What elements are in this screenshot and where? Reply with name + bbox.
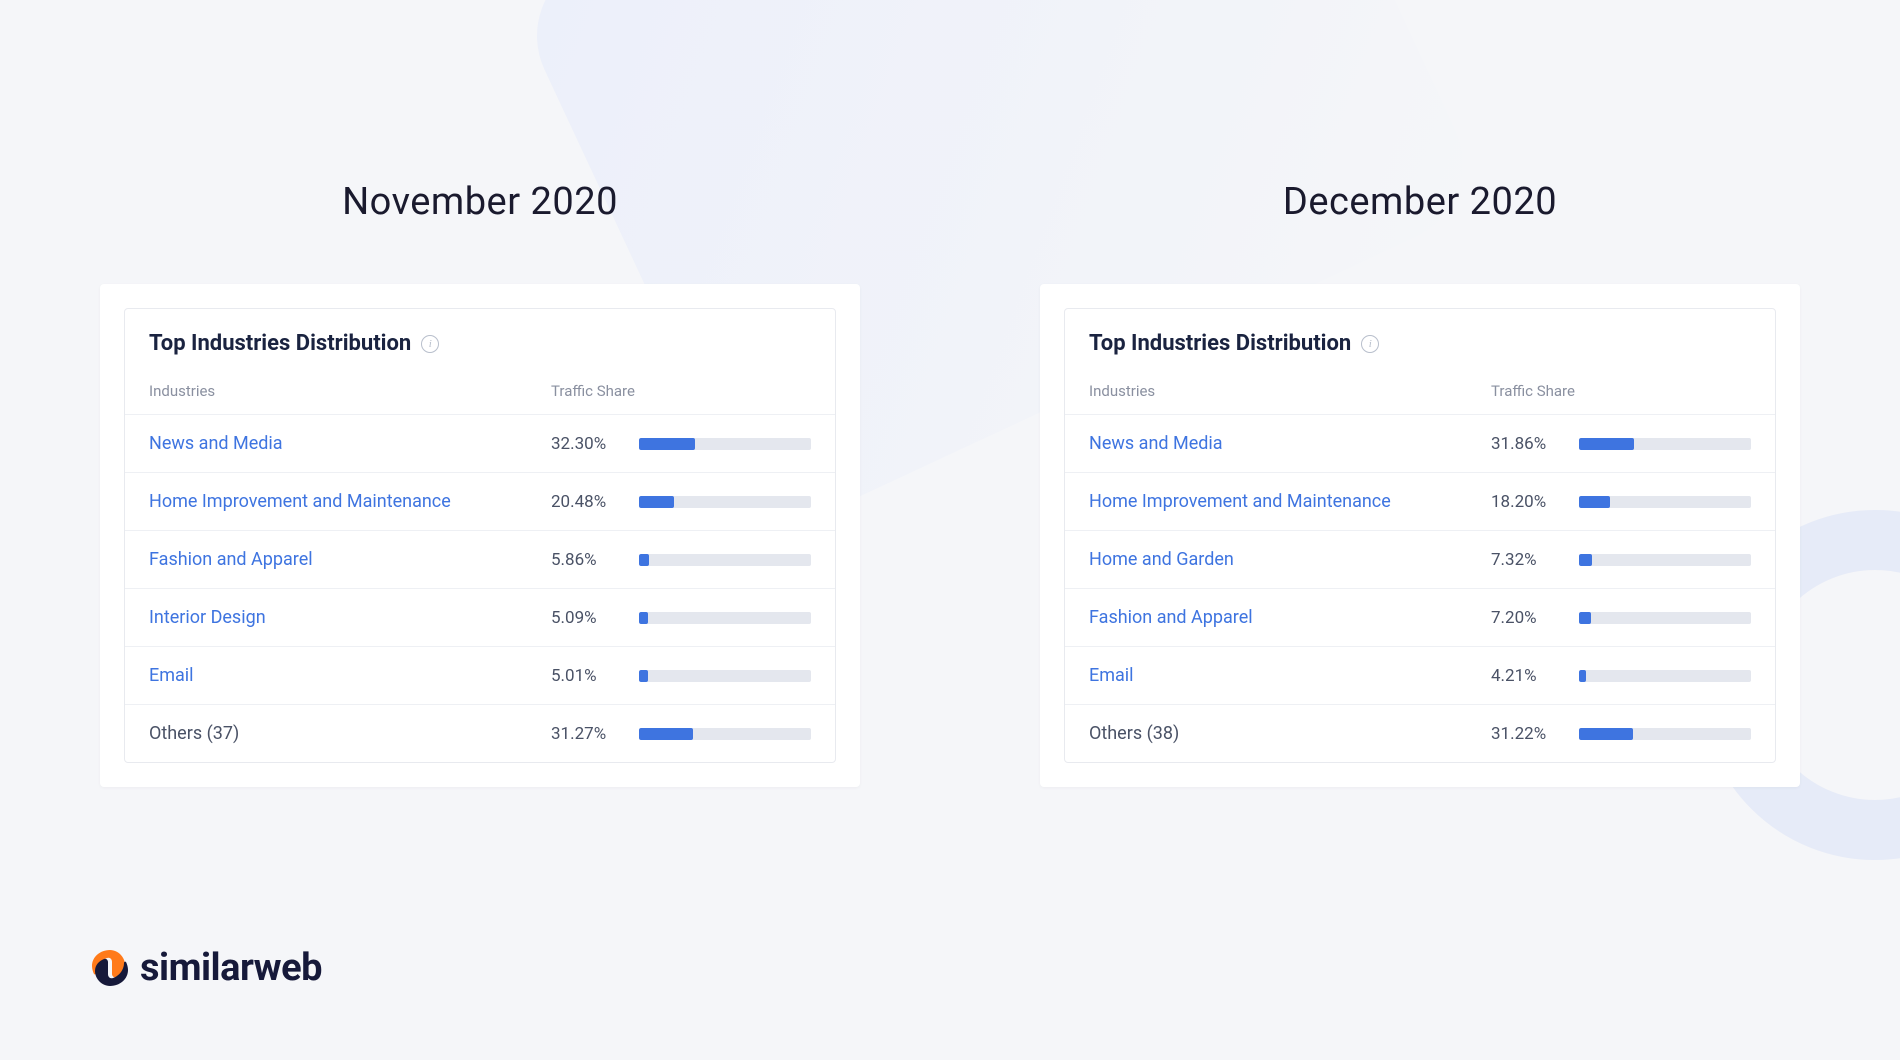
bar-track [1579, 496, 1751, 508]
traffic-share-cell: 5.09% [551, 608, 811, 628]
panel-december: December 2020 Top Industries Distributio… [1040, 180, 1800, 787]
bar-fill [1579, 438, 1634, 450]
info-icon[interactable]: i [421, 335, 439, 353]
traffic-share-cell: 32.30% [551, 434, 811, 454]
industries-card: Top Industries Distribution i Industries… [124, 308, 836, 763]
panel-november: November 2020 Top Industries Distributio… [100, 180, 860, 787]
industry-link[interactable]: Interior Design [149, 607, 551, 628]
traffic-share-cell: 31.27% [551, 724, 811, 744]
bar-fill [639, 670, 648, 682]
card-outer: Top Industries Distribution i Industries… [100, 284, 860, 787]
traffic-share-cell: 5.01% [551, 666, 811, 686]
bar-track [1579, 554, 1751, 566]
bar-track [639, 554, 811, 566]
traffic-share-value: 32.30% [551, 434, 625, 454]
industry-link[interactable]: Email [1089, 665, 1491, 686]
industry-link[interactable]: Home Improvement and Maintenance [1089, 491, 1491, 512]
table-row: Fashion and Apparel5.86% [125, 530, 835, 588]
col-header-industries: Industries [1089, 382, 1491, 400]
table-row: Home Improvement and Maintenance20.48% [125, 472, 835, 530]
traffic-share-cell: 7.32% [1491, 550, 1751, 570]
bar-fill [639, 554, 649, 566]
traffic-share-cell: 31.86% [1491, 434, 1751, 454]
industry-link[interactable]: Home Improvement and Maintenance [149, 491, 551, 512]
bar-fill [1579, 612, 1591, 624]
bar-fill [639, 438, 695, 450]
card-header: Top Industries Distribution i [1065, 309, 1775, 374]
traffic-share-value: 4.21% [1491, 666, 1565, 686]
traffic-share-value: 5.01% [551, 666, 625, 686]
traffic-share-cell: 5.86% [551, 550, 811, 570]
traffic-share-cell: 31.22% [1491, 724, 1751, 744]
industry-link[interactable]: Fashion and Apparel [149, 549, 551, 570]
table-row: Email5.01% [125, 646, 835, 704]
bar-track [639, 728, 811, 740]
industry-link[interactable]: Email [149, 665, 551, 686]
traffic-share-cell: 18.20% [1491, 492, 1751, 512]
bar-fill [639, 728, 693, 740]
bar-track [1579, 612, 1751, 624]
brand-logo-text: similarweb [140, 946, 322, 990]
traffic-share-value: 5.86% [551, 550, 625, 570]
brand-logo-icon [90, 948, 130, 988]
traffic-share-value: 5.09% [551, 608, 625, 628]
bar-fill [1579, 496, 1610, 508]
col-header-traffic: Traffic Share [551, 382, 811, 400]
bar-track [1579, 438, 1751, 450]
table-row: News and Media31.86% [1065, 414, 1775, 472]
traffic-share-value: 20.48% [551, 492, 625, 512]
bar-fill [1579, 728, 1633, 740]
bar-fill [1579, 554, 1592, 566]
industries-card: Top Industries Distribution i Industries… [1064, 308, 1776, 763]
table-row: News and Media32.30% [125, 414, 835, 472]
card-header: Top Industries Distribution i [125, 309, 835, 374]
bar-fill [639, 496, 674, 508]
industry-link[interactable]: Home and Garden [1089, 549, 1491, 570]
table-row: Others (37)31.27% [125, 704, 835, 762]
industry-link[interactable]: News and Media [149, 433, 551, 454]
traffic-share-value: 31.27% [551, 724, 625, 744]
bar-track [639, 438, 811, 450]
card-title: Top Industries Distribution [1089, 331, 1351, 356]
main-content: November 2020 Top Industries Distributio… [0, 0, 1900, 787]
industry-others: Others (38) [1089, 723, 1491, 744]
traffic-share-cell: 4.21% [1491, 666, 1751, 686]
card-title: Top Industries Distribution [149, 331, 411, 356]
bar-fill [1579, 670, 1586, 682]
col-header-industries: Industries [149, 382, 551, 400]
rows-container: News and Media31.86%Home Improvement and… [1065, 414, 1775, 762]
traffic-share-value: 31.22% [1491, 724, 1565, 744]
rows-container: News and Media32.30%Home Improvement and… [125, 414, 835, 762]
card-outer: Top Industries Distribution i Industries… [1040, 284, 1800, 787]
column-headers: Industries Traffic Share [1065, 374, 1775, 414]
traffic-share-value: 18.20% [1491, 492, 1565, 512]
traffic-share-cell: 20.48% [551, 492, 811, 512]
bar-track [639, 496, 811, 508]
industry-others: Others (37) [149, 723, 551, 744]
traffic-share-value: 31.86% [1491, 434, 1565, 454]
brand-logo: similarweb [90, 946, 322, 990]
bar-fill [639, 612, 648, 624]
traffic-share-value: 7.20% [1491, 608, 1565, 628]
panel-title: November 2020 [100, 180, 860, 224]
table-row: Fashion and Apparel7.20% [1065, 588, 1775, 646]
panel-title: December 2020 [1040, 180, 1800, 224]
traffic-share-value: 7.32% [1491, 550, 1565, 570]
table-row: Interior Design5.09% [125, 588, 835, 646]
table-row: Home Improvement and Maintenance18.20% [1065, 472, 1775, 530]
col-header-traffic: Traffic Share [1491, 382, 1751, 400]
bar-track [639, 670, 811, 682]
traffic-share-cell: 7.20% [1491, 608, 1751, 628]
bar-track [1579, 670, 1751, 682]
column-headers: Industries Traffic Share [125, 374, 835, 414]
industry-link[interactable]: News and Media [1089, 433, 1491, 454]
table-row: Home and Garden7.32% [1065, 530, 1775, 588]
info-icon[interactable]: i [1361, 335, 1379, 353]
industry-link[interactable]: Fashion and Apparel [1089, 607, 1491, 628]
bar-track [1579, 728, 1751, 740]
bar-track [639, 612, 811, 624]
table-row: Others (38)31.22% [1065, 704, 1775, 762]
table-row: Email4.21% [1065, 646, 1775, 704]
